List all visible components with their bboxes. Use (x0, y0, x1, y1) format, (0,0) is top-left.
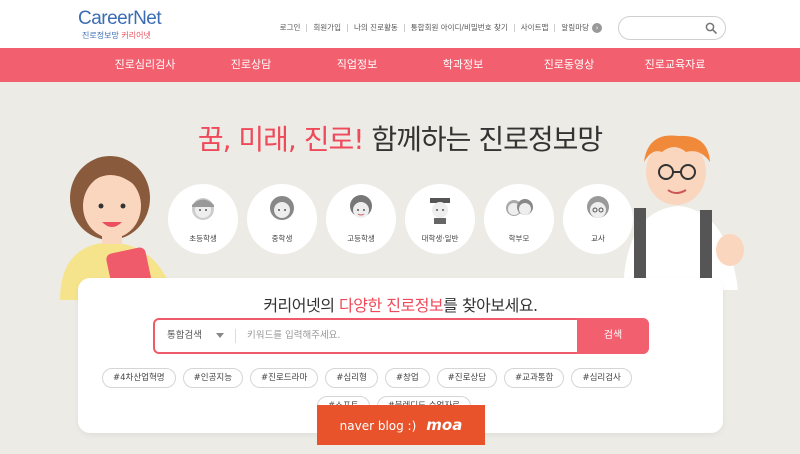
persona-parent[interactable]: 학부모 (484, 184, 554, 254)
watermark-text: naver blog :) (339, 419, 417, 433)
nav-item-videos[interactable]: 진로동영상 (516, 48, 622, 82)
divider (235, 329, 236, 343)
title-suffix: 를 찾아보세요. (443, 296, 538, 315)
hero-headline: 꿈, 미래, 진로! 함께하는 진로정보망 (0, 118, 800, 158)
login-link[interactable]: 로그인 (274, 22, 307, 33)
elementary-student-icon (192, 198, 214, 220)
search-card-title: 커리어넷의 다양한 진로정보를 찾아보세요. (78, 292, 723, 316)
persona-label: 학부모 (508, 234, 530, 243)
search-scope-select[interactable]: 통합검색 (167, 320, 224, 352)
notice-link[interactable]: 알림마당 › (555, 22, 608, 33)
top-search-input[interactable] (618, 16, 726, 40)
careernet-logo[interactable]: CareerNet 진로정보망 커리어넷 (78, 8, 168, 42)
teacher-icon (587, 196, 609, 218)
logo-brand: CareerNet (78, 8, 162, 29)
nav-item-edu-materials[interactable]: 진로교육자료 (622, 48, 728, 82)
main-nav: 진로심리검사 진로상담 직업정보 학과정보 진로동영상 진로교육자료 (0, 48, 800, 82)
high-school-student-icon (350, 195, 372, 218)
logo-subtitle: 진로정보망 커리어넷 (82, 30, 151, 41)
keyword-tag[interactable]: #4차산업혁명 (102, 368, 176, 388)
my-career-link[interactable]: 나의 진로활동 (348, 22, 404, 33)
headline-accent: 꿈, 미래, 진로! (197, 123, 365, 156)
title-prefix: 커리어넷의 (263, 296, 340, 315)
keyword-tag[interactable]: #교과통합 (504, 368, 565, 388)
search-input[interactable]: 키워드를 입력해주세요. (247, 320, 340, 352)
search-button[interactable]: 검색 (577, 318, 649, 354)
top-header: CareerNet 진로정보망 커리어넷 로그인 회원가입 나의 진로활동 통합… (0, 0, 800, 48)
keyword-tag[interactable]: #심리검사 (571, 368, 632, 388)
nav-item-job-info[interactable]: 직업정보 (304, 48, 410, 82)
nav-item-major-info[interactable]: 학과정보 (410, 48, 516, 82)
signup-link[interactable]: 회원가입 (307, 22, 347, 33)
utility-links: 로그인 회원가입 나의 진로활동 통합회원 아이디/비밀번호 찾기 사이트맵 알… (274, 22, 608, 33)
keyword-tag[interactable]: #창업 (384, 368, 430, 388)
keyword-tag[interactable]: #심리형 (325, 368, 378, 388)
caret-down-icon (215, 333, 224, 338)
parent-icon (506, 199, 533, 216)
persona-label: 중학생 (271, 234, 293, 243)
persona-label: 초등학생 (189, 234, 217, 243)
search-scope-value: 통합검색 (167, 330, 202, 341)
nav-item-counseling[interactable]: 진로상담 (198, 48, 304, 82)
notice-label: 알림마당 (561, 23, 589, 32)
university-student-icon (430, 198, 450, 224)
nav-item-psych-test[interactable]: 진로심리검사 (92, 48, 198, 82)
persona-label: 교사 (591, 234, 605, 243)
blog-watermark: naver blog :) moa (317, 405, 485, 445)
persona-high-school[interactable]: 고등학생 (326, 184, 396, 254)
keyword-tag[interactable]: #인공지능 (182, 368, 244, 388)
logo-sub-main: 진로정보망 (82, 31, 119, 40)
persona-elementary[interactable]: 초등학생 (168, 184, 238, 254)
sitemap-link[interactable]: 사이트맵 (515, 22, 555, 33)
logo-sub-pink: 커리어넷 (121, 31, 151, 40)
persona-selector: 초등학생 중학생 고등학생 대학생·일반 학부모 교사 (168, 184, 642, 254)
search-icon[interactable] (705, 22, 717, 34)
keyword-tag[interactable]: #진로상담 (436, 368, 498, 388)
chevron-right-icon: › (592, 23, 602, 33)
persona-label: 대학생·일반 (421, 234, 459, 243)
title-accent: 다양한 진로정보 (339, 296, 444, 315)
persona-label: 고등학생 (347, 234, 375, 243)
headline-text: 함께하는 진로정보망 (363, 123, 603, 156)
middle-school-student-icon (270, 196, 294, 220)
keyword-tag[interactable]: #진로드라마 (250, 368, 319, 388)
persona-teacher[interactable]: 교사 (563, 184, 633, 254)
watermark-name: moa (426, 416, 463, 434)
persona-university[interactable]: 대학생·일반 (405, 184, 475, 254)
find-account-link[interactable]: 통합회원 아이디/비밀번호 찾기 (405, 22, 514, 33)
persona-middle-school[interactable]: 중학생 (247, 184, 317, 254)
main-search-box: 통합검색 키워드를 입력해주세요. (153, 318, 648, 354)
